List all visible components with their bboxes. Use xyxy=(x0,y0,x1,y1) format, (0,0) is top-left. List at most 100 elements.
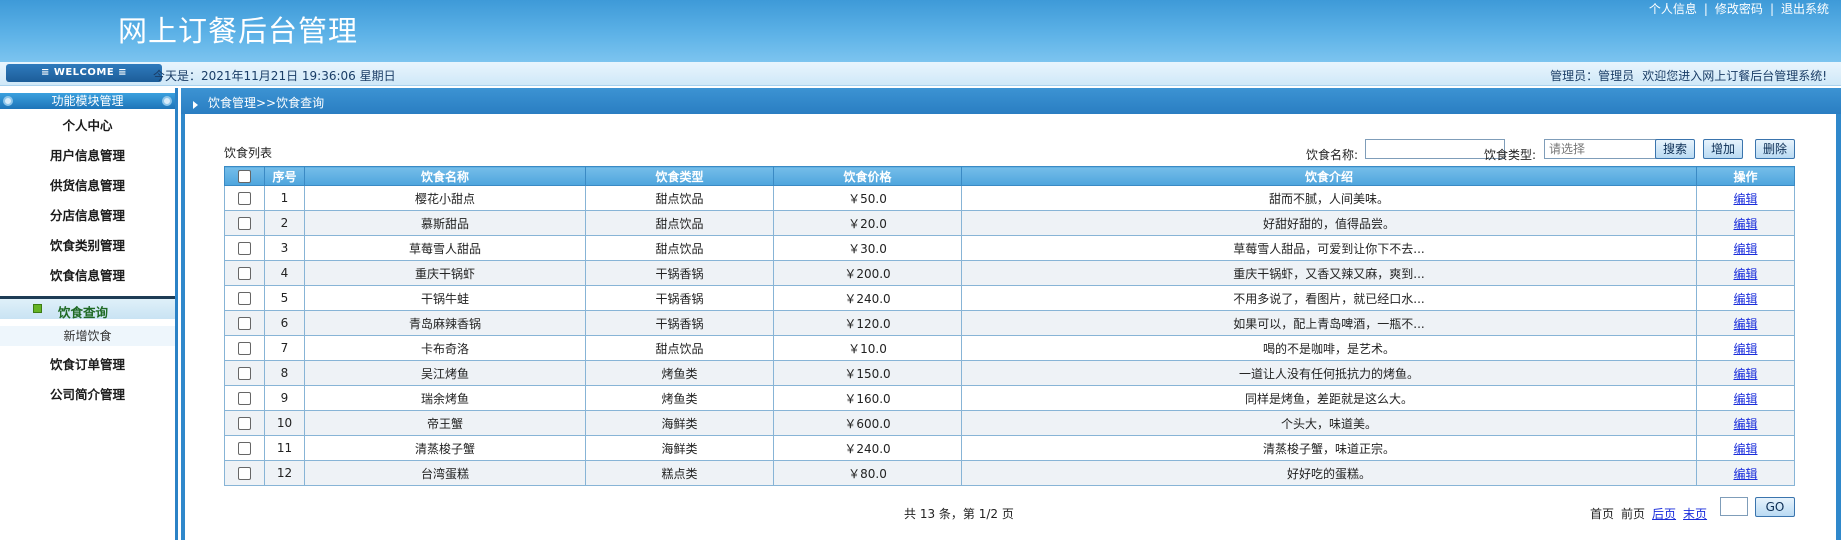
row-food-name: 卡布奇洛 xyxy=(304,335,586,361)
row-checkbox[interactable] xyxy=(238,192,251,205)
go-button[interactable]: GO xyxy=(1755,497,1795,517)
row-select[interactable] xyxy=(224,360,265,386)
table-header-row: 序号 饮食名称 饮食类型 饮食价格 饮食介绍 操作 xyxy=(224,166,1795,186)
first-page-text: 首页 xyxy=(1590,507,1615,521)
row-action: 编辑 xyxy=(1696,285,1795,311)
edit-link[interactable]: 编辑 xyxy=(1733,217,1757,231)
row-number: 4 xyxy=(264,260,305,286)
row-action: 编辑 xyxy=(1696,435,1795,461)
row-action: 编辑 xyxy=(1696,235,1795,261)
select-all-header[interactable] xyxy=(224,166,265,186)
current-datetime: 今天是：2021年11月21日 19:36:06 星期日 xyxy=(153,69,396,83)
sidebar-item-food-orders[interactable]: 饮食订单管理 xyxy=(0,353,175,377)
change-password-link[interactable]: 修改密码 xyxy=(1715,2,1763,16)
row-food-name: 重庆干锅虾 xyxy=(304,260,586,286)
sidebar-item-supply-info[interactable]: 供货信息管理 xyxy=(0,174,175,198)
edit-link[interactable]: 编辑 xyxy=(1733,467,1757,481)
table-row: 5 干锅牛蛙 干锅香锅 ￥240.0 不用多说了，看图片，就已经口水... 编辑 xyxy=(224,285,1795,311)
row-checkbox[interactable] xyxy=(238,267,251,280)
row-checkbox[interactable] xyxy=(238,392,251,405)
row-select[interactable] xyxy=(224,260,265,286)
food-type-label: 饮食类型: xyxy=(1484,148,1537,162)
row-checkbox[interactable] xyxy=(238,367,251,380)
row-select[interactable] xyxy=(224,235,265,261)
row-food-type: 甜点饮品 xyxy=(585,185,774,211)
row-food-desc: 同样是烤鱼，差距就是这么大。 xyxy=(961,385,1697,411)
row-food-name: 台湾蛋糕 xyxy=(304,460,586,486)
row-select[interactable] xyxy=(224,210,265,236)
logout-link[interactable]: 退出系统 xyxy=(1781,2,1829,16)
column-header: 饮食价格 xyxy=(773,166,962,186)
welcome-badge: ≡ WELCOME ≡ xyxy=(6,64,162,82)
table-row: 3 草莓雪人甜品 甜点饮品 ￥30.0 草莓雪人甜品，可爱到让你下不去... 编辑 xyxy=(224,235,1795,261)
delete-button[interactable]: 删除 xyxy=(1755,139,1795,159)
column-header: 饮食类型 xyxy=(585,166,774,186)
row-checkbox[interactable] xyxy=(238,317,251,330)
row-number: 2 xyxy=(264,210,305,236)
row-action: 编辑 xyxy=(1696,410,1795,436)
profile-link[interactable]: 个人信息 xyxy=(1649,2,1697,16)
row-food-type: 烤鱼类 xyxy=(585,385,774,411)
row-checkbox[interactable] xyxy=(238,442,251,455)
sidebar-item-food-category[interactable]: 饮食类别管理 xyxy=(0,234,175,258)
sidebar-subitem-food-query[interactable]: 饮食查询 xyxy=(0,296,175,320)
row-checkbox[interactable] xyxy=(238,342,251,355)
edit-link[interactable]: 编辑 xyxy=(1733,392,1757,406)
next-page-link[interactable]: 后页 xyxy=(1652,507,1676,521)
row-select[interactable] xyxy=(224,285,265,311)
row-select[interactable] xyxy=(224,460,265,486)
add-button[interactable]: 增加 xyxy=(1703,139,1743,159)
row-select[interactable] xyxy=(224,385,265,411)
row-food-name: 帝王蟹 xyxy=(304,410,586,436)
column-header: 饮食名称 xyxy=(304,166,586,186)
sidebar-item-user-info[interactable]: 用户信息管理 xyxy=(0,144,175,168)
row-number: 10 xyxy=(264,410,305,436)
pager-links: 首页 前页 后页 末页 xyxy=(1590,505,1714,522)
row-select[interactable] xyxy=(224,185,265,211)
row-action: 编辑 xyxy=(1696,210,1795,236)
sidebar-item-branch-info[interactable]: 分店信息管理 xyxy=(0,204,175,228)
row-select[interactable] xyxy=(224,335,265,361)
edit-link[interactable]: 编辑 xyxy=(1733,192,1757,206)
row-food-price: ￥240.0 xyxy=(773,435,962,461)
row-checkbox[interactable] xyxy=(238,467,251,480)
sidebar-item-company-intro[interactable]: 公司简介管理 xyxy=(0,383,175,407)
edit-link[interactable]: 编辑 xyxy=(1733,417,1757,431)
sidebar-header-label: 功能模块管理 xyxy=(51,94,124,108)
last-page-link[interactable]: 末页 xyxy=(1683,507,1707,521)
row-select[interactable] xyxy=(224,410,265,436)
search-button[interactable]: 搜索 xyxy=(1655,139,1695,159)
sidebar-subitem-add-food[interactable]: 新增饮食 xyxy=(0,326,175,346)
row-action: 编辑 xyxy=(1696,360,1795,386)
row-food-desc: 个头大，味道美。 xyxy=(961,410,1697,436)
edit-link[interactable]: 编辑 xyxy=(1733,267,1757,281)
row-select[interactable] xyxy=(224,310,265,336)
edit-link[interactable]: 编辑 xyxy=(1733,242,1757,256)
row-action: 编辑 xyxy=(1696,310,1795,336)
page-number-input[interactable] xyxy=(1720,497,1748,516)
row-food-price: ￥20.0 xyxy=(773,210,962,236)
edit-link[interactable]: 编辑 xyxy=(1733,367,1757,381)
edit-link[interactable]: 编辑 xyxy=(1733,442,1757,456)
table-row: 10 帝王蟹 海鲜类 ￥600.0 个头大，味道美。 编辑 xyxy=(224,410,1795,436)
sidebar-item-personal-center[interactable]: 个人中心 xyxy=(0,114,175,138)
row-checkbox[interactable] xyxy=(238,217,251,230)
table-row: 6 青岛麻辣香锅 干锅香锅 ￥120.0 如果可以，配上青岛啤酒，一瓶不... 编辑 xyxy=(224,310,1795,336)
select-all-checkbox[interactable] xyxy=(238,170,251,183)
row-checkbox[interactable] xyxy=(238,292,251,305)
row-food-type: 甜点饮品 xyxy=(585,210,774,236)
row-food-type: 海鲜类 xyxy=(585,435,774,461)
row-food-type: 干锅香锅 xyxy=(585,285,774,311)
edit-link[interactable]: 编辑 xyxy=(1733,317,1757,331)
row-food-name: 吴江烤鱼 xyxy=(304,360,586,386)
row-checkbox[interactable] xyxy=(238,242,251,255)
row-number: 9 xyxy=(264,385,305,411)
edit-link[interactable]: 编辑 xyxy=(1733,342,1757,356)
sidebar-item-food-info[interactable]: 饮食信息管理 xyxy=(0,264,175,288)
row-food-desc: 不用多说了，看图片，就已经口水... xyxy=(961,285,1697,311)
row-food-type: 糕点类 xyxy=(585,460,774,486)
row-select[interactable] xyxy=(224,435,265,461)
edit-link[interactable]: 编辑 xyxy=(1733,292,1757,306)
row-food-price: ￥30.0 xyxy=(773,235,962,261)
row-checkbox[interactable] xyxy=(238,417,251,430)
